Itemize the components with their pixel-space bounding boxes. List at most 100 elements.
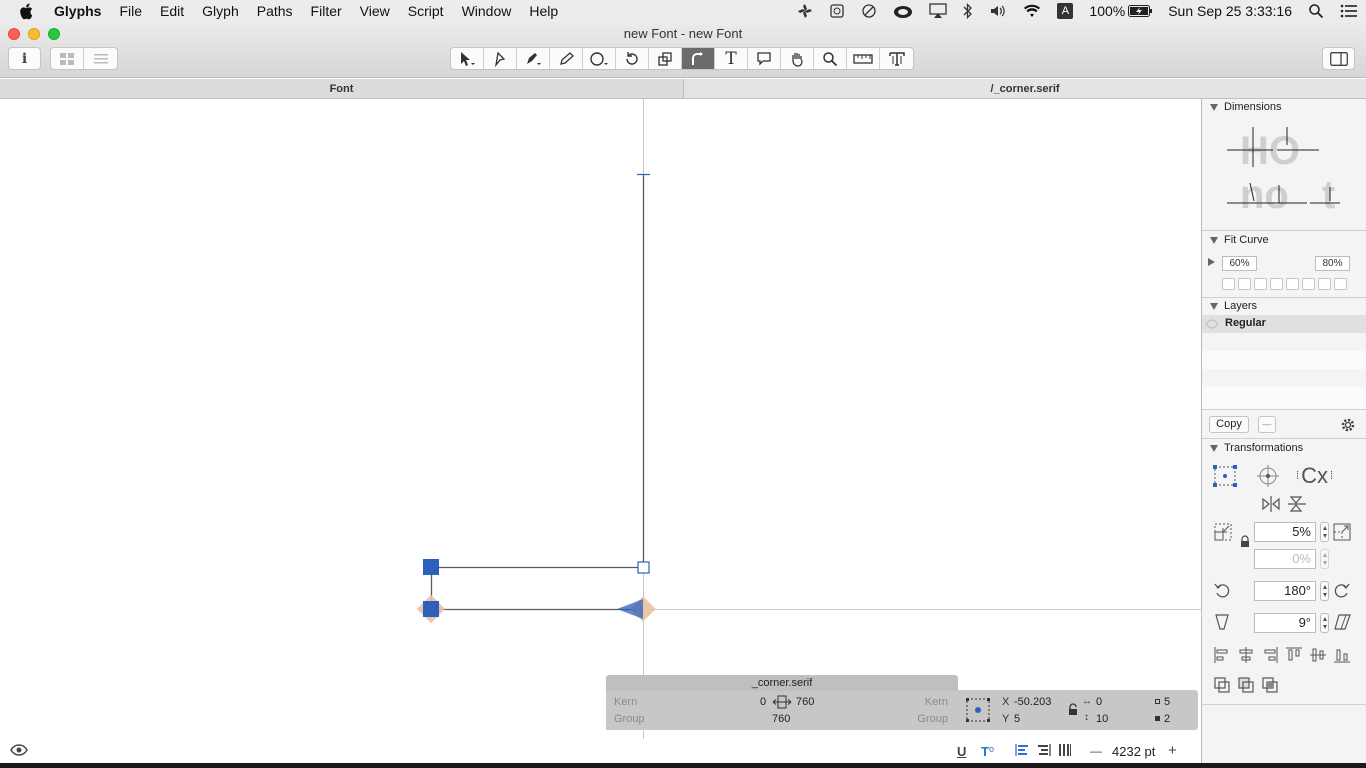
node-top-right[interactable]: [637, 561, 650, 574]
rsb-value[interactable]: 760: [796, 696, 814, 708]
subtract-icon[interactable]: [1238, 677, 1254, 693]
corner-tool-button[interactable]: [682, 48, 715, 69]
list-view-button[interactable]: [84, 48, 117, 69]
scale-y-field[interactable]: 0%: [1254, 549, 1316, 569]
vertical-layout-icon[interactable]: [1058, 744, 1072, 756]
zoom-in-button[interactable]: +: [1168, 742, 1177, 759]
node-bottom-left[interactable]: [423, 601, 439, 617]
edit-canvas[interactable]: _corner.serif Kern Group Kern Group 0 76…: [0, 99, 1201, 763]
zoom-out-button[interactable]: —: [1090, 744, 1102, 758]
clock[interactable]: Sun Sep 25 3:33:16: [1168, 3, 1292, 19]
zoom-tool-button[interactable]: [814, 48, 847, 69]
fit-curve-button-7[interactable]: [1318, 278, 1331, 290]
copy-layer-button[interactable]: Copy: [1209, 416, 1249, 433]
underline-metrics-icon[interactable]: U: [957, 744, 966, 759]
node-bottom-right-start[interactable]: [617, 599, 643, 619]
select-all-layers-tool-button[interactable]: [484, 48, 517, 69]
notification-center-icon[interactable]: [1340, 4, 1358, 18]
input-source-icon[interactable]: A: [1057, 3, 1074, 19]
pen-tool-button[interactable]: [517, 48, 550, 69]
align-left-edge-icon[interactable]: [1214, 647, 1230, 663]
rotate-stepper[interactable]: [1320, 581, 1329, 601]
zoom-level[interactable]: 4232 pt: [1112, 744, 1155, 759]
menu-help[interactable]: Help: [529, 3, 558, 19]
layers-header[interactable]: Layers: [1210, 300, 1257, 312]
y-value[interactable]: 5: [1014, 713, 1020, 725]
scale-stepper[interactable]: [1320, 522, 1329, 542]
align-right-edge-icon[interactable]: [1262, 647, 1278, 663]
fit-curve-min-field[interactable]: 60%: [1222, 256, 1257, 271]
glyph-drawing[interactable]: [0, 99, 1201, 763]
text-direction-icon[interactable]: To: [981, 744, 994, 759]
info-button[interactable]: i: [8, 47, 41, 70]
sidebar-toggle-button[interactable]: [1322, 47, 1355, 70]
transform-origin-icon[interactable]: [1213, 465, 1237, 487]
infobox-glyph-name[interactable]: _corner.serif: [606, 675, 958, 691]
flip-horizontal-icon[interactable]: [1262, 496, 1280, 512]
scale-y-stepper[interactable]: [1320, 549, 1329, 569]
glyph-path[interactable]: [430, 174, 645, 611]
lsb-value[interactable]: 0: [760, 696, 766, 708]
creative-cloud-icon[interactable]: [893, 3, 913, 19]
slant-right-icon[interactable]: [1334, 614, 1352, 630]
rotate-tool-button[interactable]: [616, 48, 649, 69]
transformations-header[interactable]: Transformations: [1210, 442, 1303, 454]
scale-lock-icon[interactable]: [1240, 535, 1250, 547]
rotate-right-icon[interactable]: [1334, 582, 1350, 598]
scale-down-icon[interactable]: [1214, 523, 1232, 541]
slant-left-icon[interactable]: [1214, 614, 1230, 630]
menu-filter[interactable]: Filter: [311, 3, 342, 19]
fit-curve-max-field[interactable]: 80%: [1315, 256, 1350, 271]
spotlight-icon[interactable]: [1308, 3, 1324, 19]
menu-file[interactable]: File: [119, 3, 142, 19]
primitives-tool-button[interactable]: [583, 48, 616, 69]
align-right-icon[interactable]: [1037, 744, 1051, 756]
fit-curve-button-6[interactable]: [1302, 278, 1315, 290]
scale-tool-button[interactable]: [649, 48, 682, 69]
hand-tool-button[interactable]: [781, 48, 814, 69]
fit-curve-button-2[interactable]: [1238, 278, 1251, 290]
measurement-tool-button[interactable]: [847, 48, 880, 69]
bluetooth-icon[interactable]: [963, 3, 973, 19]
airplay-icon[interactable]: [929, 3, 948, 19]
scale-field[interactable]: 5%: [1254, 522, 1316, 542]
fit-curve-header[interactable]: Fit Curve: [1210, 234, 1269, 246]
selection-height-value[interactable]: 10: [1096, 713, 1108, 725]
width-value[interactable]: 760: [772, 713, 790, 725]
wifi-icon[interactable]: [1023, 4, 1041, 18]
reference-point-icon[interactable]: [966, 698, 990, 722]
type-tool-button[interactable]: [880, 48, 913, 69]
rotate-left-icon[interactable]: [1214, 582, 1230, 598]
intersect-icon[interactable]: [1262, 677, 1278, 693]
fit-curve-button-1[interactable]: [1222, 278, 1235, 290]
align-left-icon[interactable]: [1015, 744, 1029, 756]
apple-menu-icon[interactable]: [19, 2, 37, 20]
rotate-field[interactable]: 180°: [1254, 581, 1316, 601]
transform-cx-icon[interactable]: ⁞ Cx ⁞: [1296, 463, 1333, 489]
select-tool-button[interactable]: [451, 48, 484, 69]
menu-window[interactable]: Window: [462, 3, 512, 19]
fit-curve-expand-icon[interactable]: [1208, 258, 1215, 266]
battery-status[interactable]: 100%: [1089, 3, 1153, 19]
align-bottom-edge-icon[interactable]: [1334, 647, 1350, 663]
menu-script[interactable]: Script: [408, 3, 444, 19]
tab-font[interactable]: Font: [0, 79, 684, 98]
pinwheel-icon[interactable]: [797, 3, 813, 19]
slant-stepper[interactable]: [1320, 613, 1329, 633]
remove-layer-button[interactable]: —: [1258, 416, 1276, 433]
flip-vertical-icon[interactable]: [1288, 496, 1306, 512]
menu-edit[interactable]: Edit: [160, 3, 184, 19]
fit-curve-button-5[interactable]: [1286, 278, 1299, 290]
menu-view[interactable]: View: [360, 3, 390, 19]
layer-row-regular[interactable]: Regular: [1202, 315, 1366, 333]
annotation-tool-button[interactable]: [748, 48, 781, 69]
preview-eye-icon[interactable]: [10, 744, 28, 756]
tab-glyph-edit[interactable]: /_corner.serif: [684, 79, 1366, 98]
pencil-tool-button[interactable]: [550, 48, 583, 69]
menu-glyph[interactable]: Glyph: [202, 3, 239, 19]
x-value[interactable]: -50.203: [1014, 696, 1051, 708]
dimensions-header[interactable]: Dimensions: [1210, 101, 1281, 113]
layer-settings-gear-icon[interactable]: [1340, 417, 1356, 433]
slant-field[interactable]: 9°: [1254, 613, 1316, 633]
lock-icon[interactable]: [1068, 703, 1078, 715]
